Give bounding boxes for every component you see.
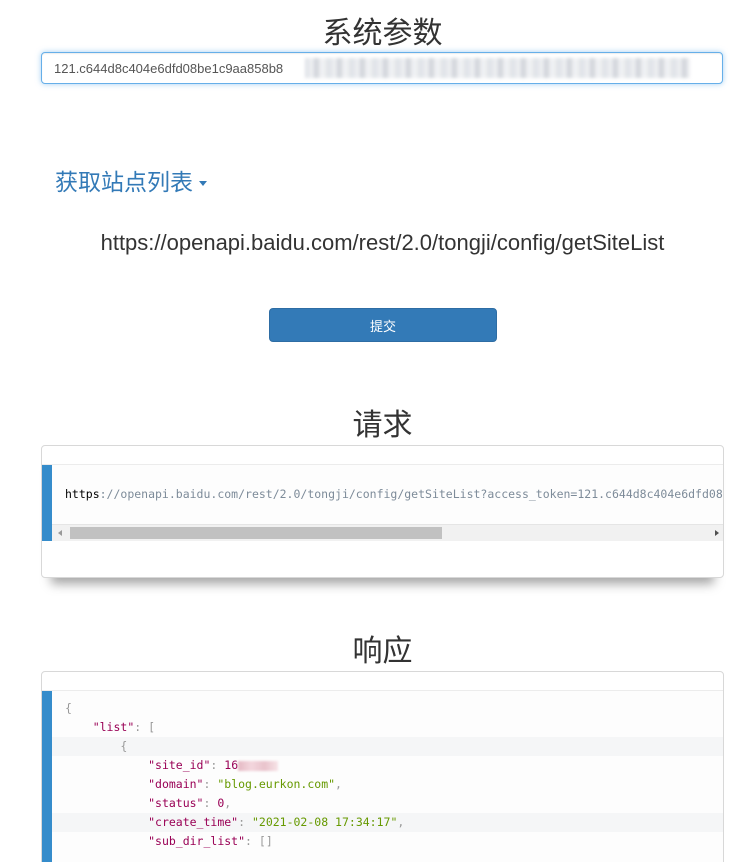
json-line: {	[52, 737, 723, 756]
scrollbar-thumb[interactable]	[70, 527, 442, 539]
response-panel: { "list": [ { "site_id": 16 "domain": "b…	[41, 671, 724, 862]
submit-button[interactable]: 提交	[269, 308, 497, 342]
request-code-block: https://openapi.baidu.com/rest/2.0/tongj…	[42, 465, 723, 541]
api-method-label: 获取站点列表	[55, 170, 193, 196]
caret-down-icon	[199, 181, 207, 186]
redacted-site-id-mask	[238, 760, 279, 771]
json-line: "create_time": "2021-02-08 17:34:17",	[52, 813, 723, 832]
page: 系统参数 获取站点列表 https://openapi.baidu.com/re…	[0, 0, 743, 862]
json-line: "domain": "blog.eurkon.com",	[148, 777, 342, 791]
json-line: "site_id": 16	[52, 756, 723, 775]
api-method-dropdown[interactable]: 获取站点列表	[55, 163, 207, 197]
json-line: "sub_dir_list": []	[148, 834, 273, 848]
system-params-title: 系统参数	[322, 16, 443, 51]
response-title: 响应	[352, 634, 413, 669]
scroll-left-icon[interactable]	[58, 530, 62, 536]
json-line: {	[65, 701, 72, 715]
request-panel-header	[42, 446, 723, 465]
response-panel-header	[42, 672, 723, 691]
horizontal-scrollbar[interactable]	[52, 524, 723, 541]
redacted-token-mask	[305, 58, 690, 78]
api-url: https://openapi.baidu.com/rest/2.0/tongj…	[100, 230, 665, 255]
response-code-block: { "list": [ { "site_id": 16 "domain": "b…	[42, 691, 723, 862]
request-title: 请求	[352, 408, 413, 443]
request-url-rest: ://openapi.baidu.com/rest/2.0/tongji/con…	[99, 487, 723, 501]
json-line: "list": [	[92, 720, 156, 734]
request-protocol: https	[65, 487, 100, 501]
request-url-line: https://openapi.baidu.com/rest/2.0/tongj…	[65, 487, 723, 501]
request-panel: https://openapi.baidu.com/rest/2.0/tongj…	[41, 445, 724, 578]
json-line: "status": 0,	[148, 796, 232, 810]
scroll-right-icon[interactable]	[715, 530, 719, 536]
